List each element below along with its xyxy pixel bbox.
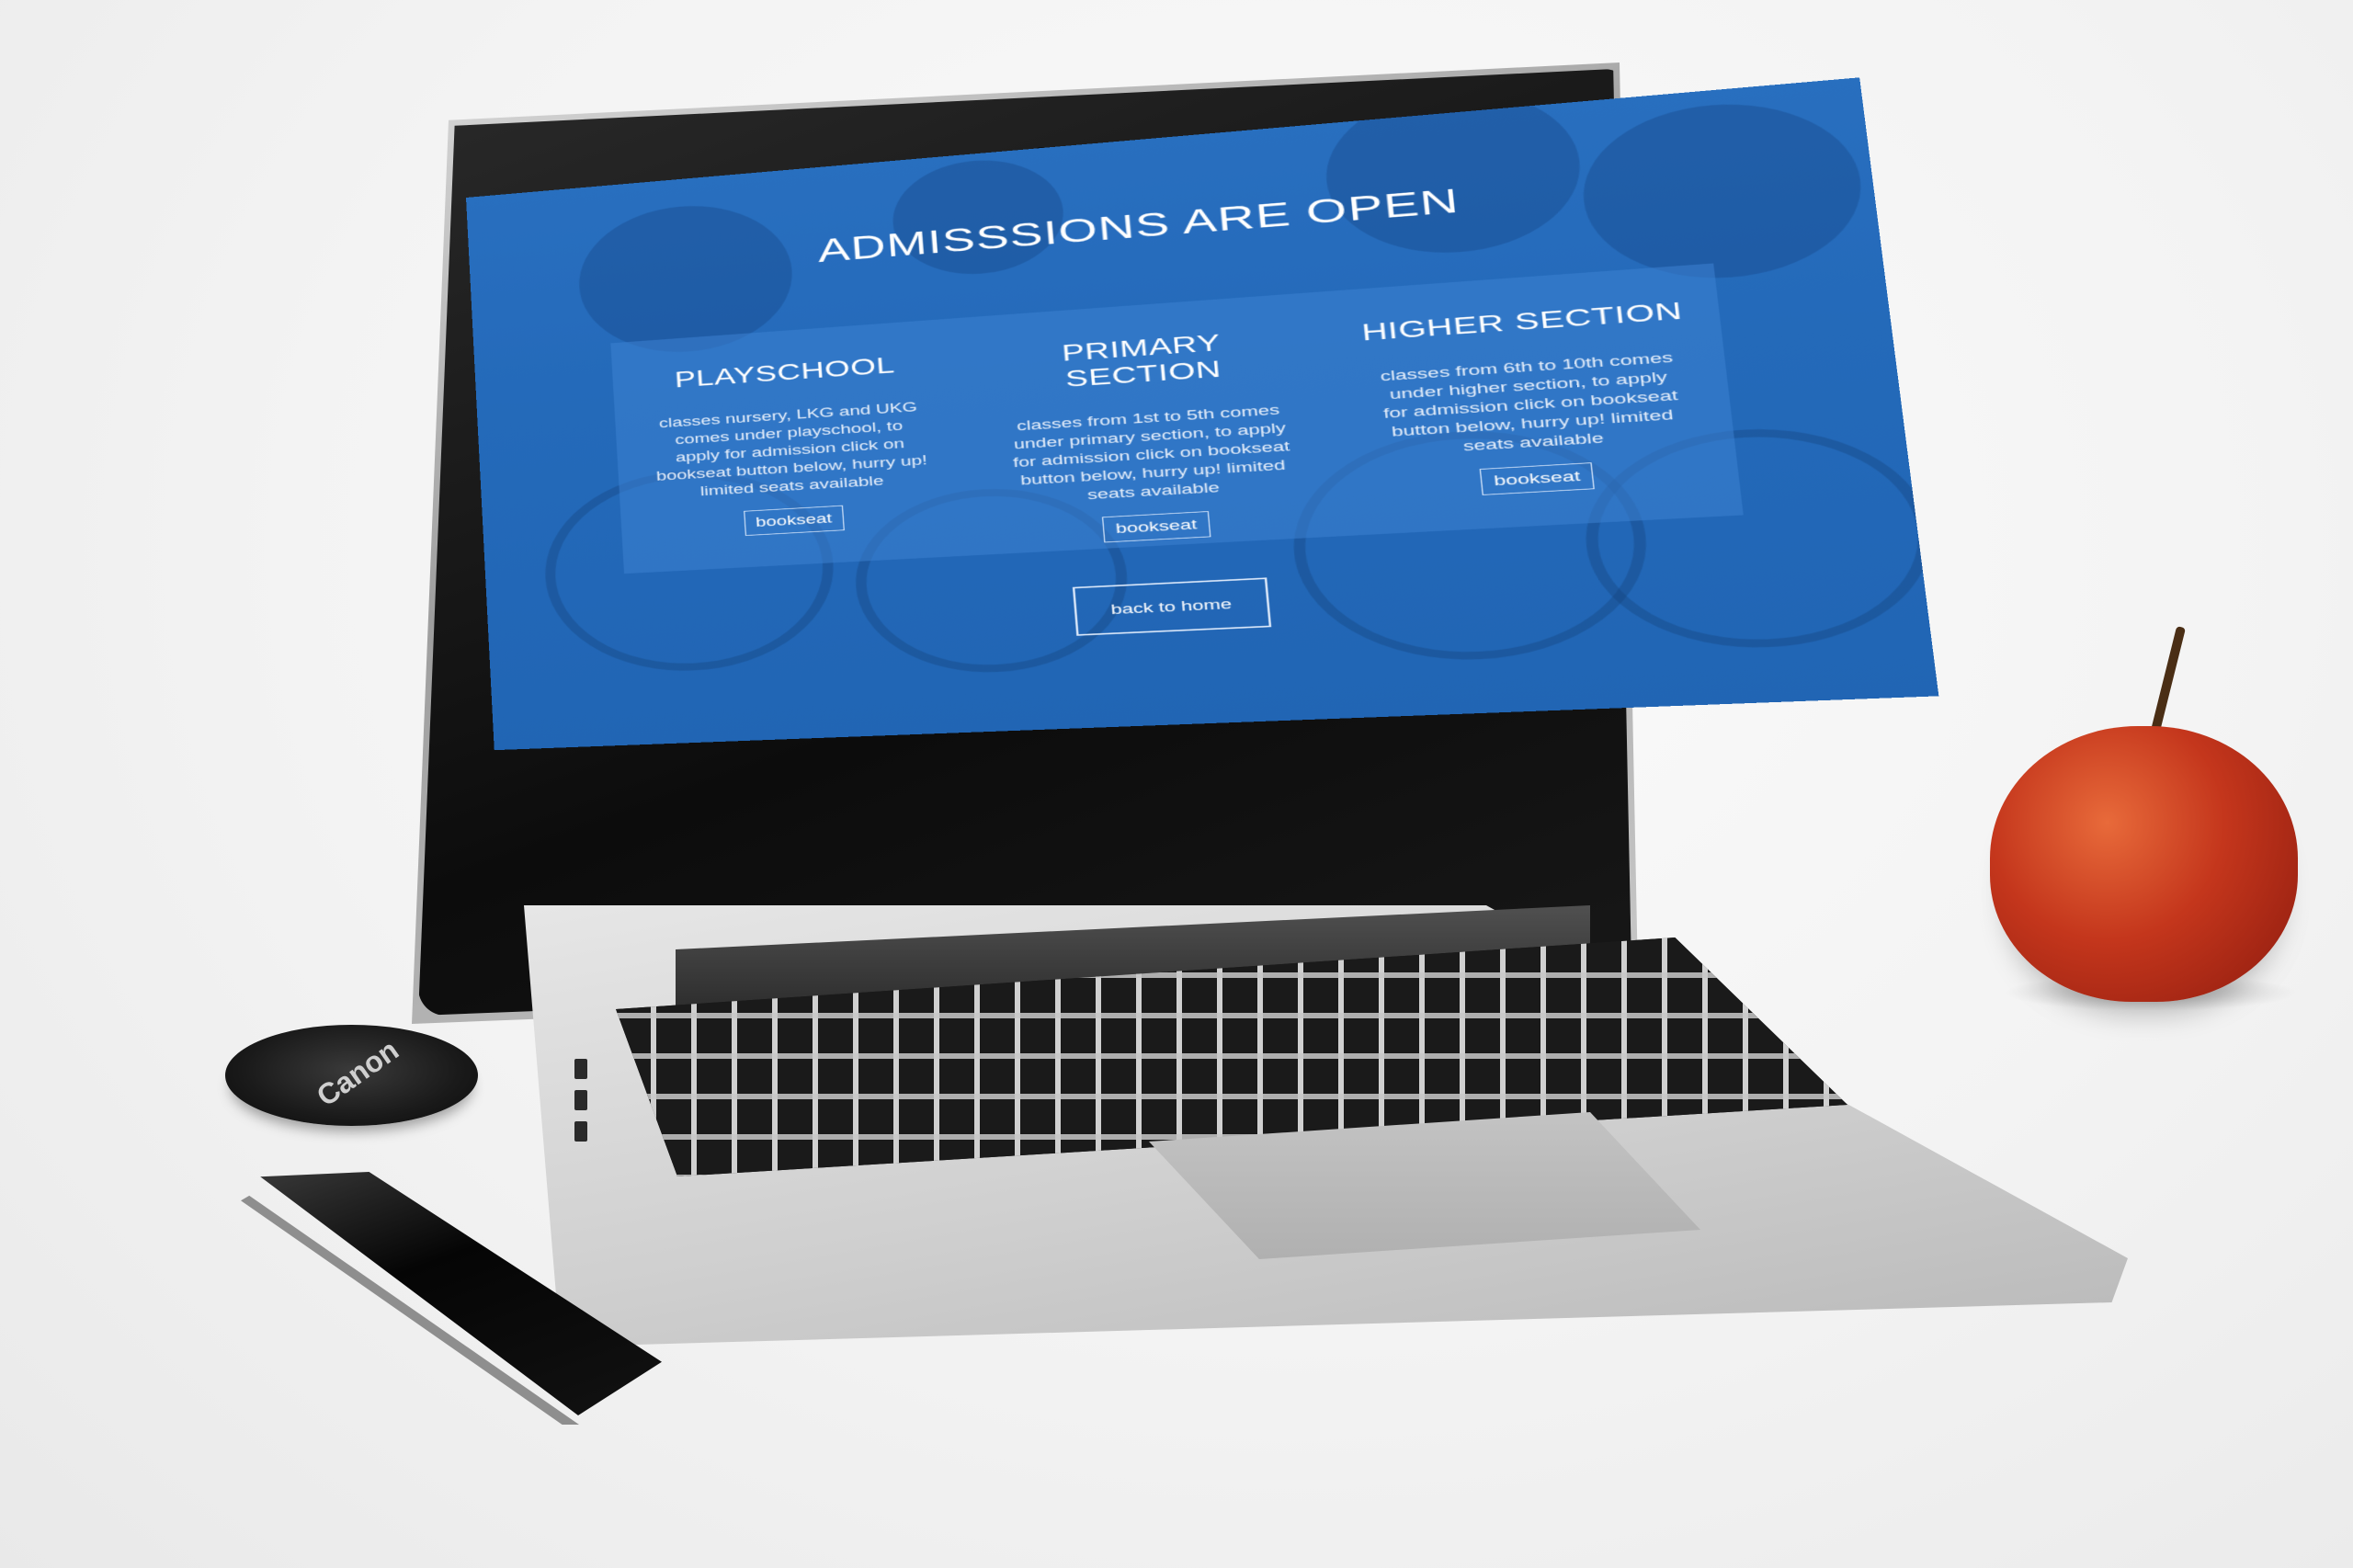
section-heading: HIGHER SECTION [1360,297,1684,347]
back-to-home-button[interactable]: back to home [1072,577,1272,636]
section-description: classes from 6th to 10th comes under hig… [1380,349,1679,454]
apple [1990,726,2298,1002]
section-heading: PLAYSCHOOL [674,352,896,392]
bookseat-button-higher[interactable]: bookseat [1479,462,1596,495]
usb-ports [565,1048,639,1176]
laptop-screen: ADMISSSIONS ARE OPEN PLAYSCHOOL classes … [466,77,1939,751]
section-description: classes nursery, LKG and UKG comes under… [655,399,928,499]
bookseat-button-playschool[interactable]: bookseat [743,505,845,537]
section-playschool: PLAYSCHOOL classes nursery, LKG and UKG … [610,318,974,574]
bookseat-button-primary[interactable]: bookseat [1102,511,1211,543]
section-primary: PRIMARY SECTION classes from 1st to 5th … [956,291,1347,555]
section-higher: HIGHER SECTION classes from 6th to 10th … [1323,263,1743,535]
section-description: classes from 1st to 5th comes under prim… [1012,402,1291,503]
section-heading: PRIMARY SECTION [1061,329,1222,392]
